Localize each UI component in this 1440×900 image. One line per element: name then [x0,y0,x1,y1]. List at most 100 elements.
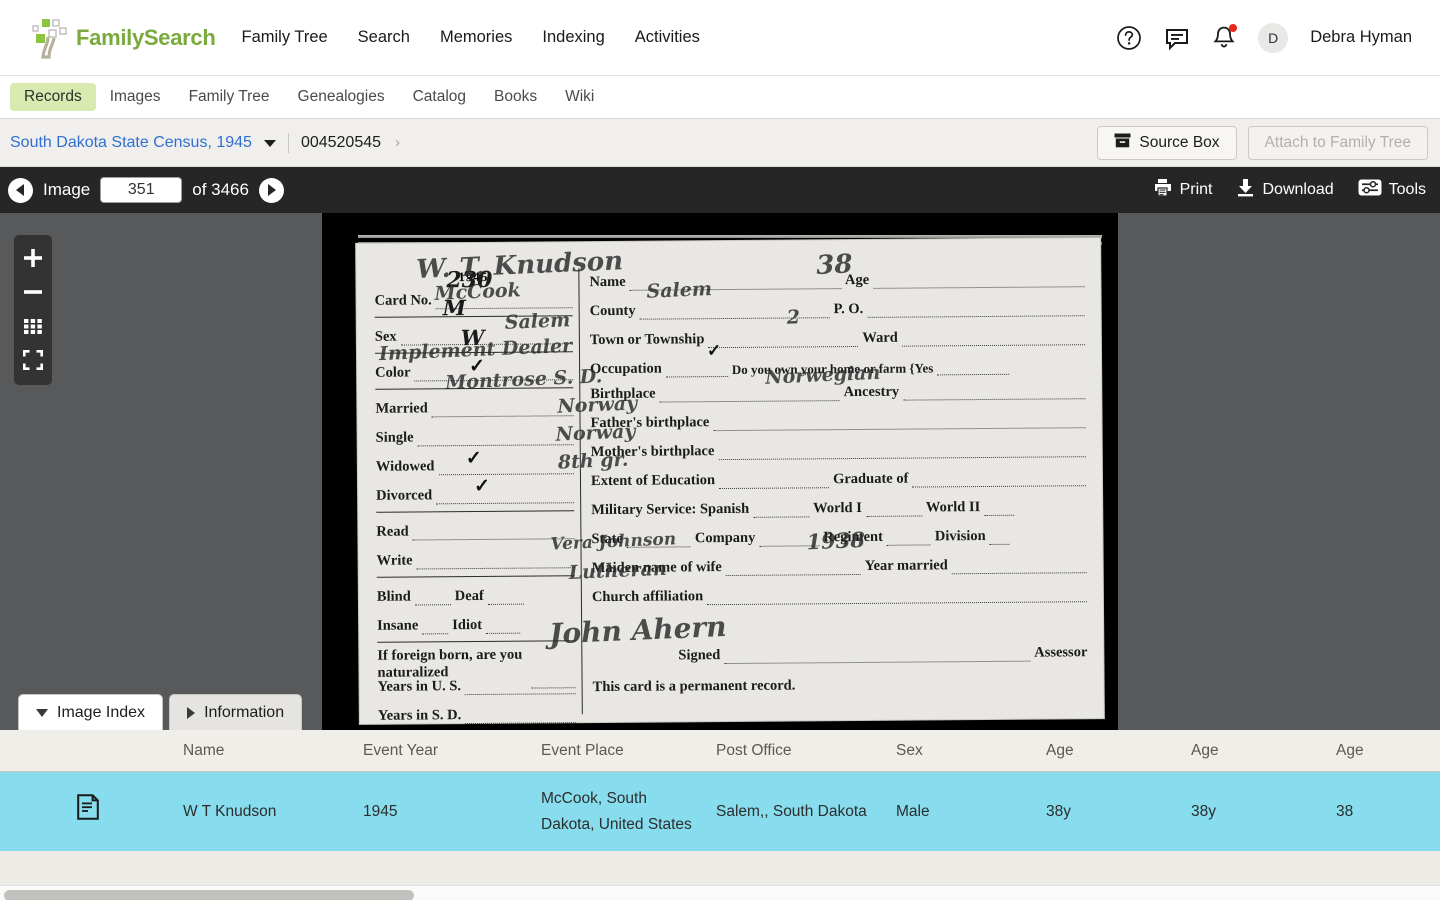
subnav-item-wiki[interactable]: Wiki [551,83,608,111]
secondary-nav-bar: Records Images Family Tree Genealogies C… [0,76,1440,119]
card-field-single: Single [376,422,574,447]
column-header-age-3[interactable]: Age [1328,730,1440,772]
column-header-post-office[interactable]: Post Office [708,730,888,772]
card-value-education: 8th gr. [557,449,628,474]
source-box-label: Source Box [1139,134,1219,152]
card-value-year-married: 1938 [806,527,865,554]
user-name-label[interactable]: Debra Hyman [1310,28,1412,47]
image-viewer-toolbar: Image of 3466 Print [0,167,1440,213]
nav-link-indexing[interactable]: Indexing [542,28,604,47]
card-label: Ward [862,330,898,347]
message-bubble-icon[interactable] [1164,25,1190,51]
column-header-event-year[interactable]: Event Year [355,730,533,772]
nav-link-family-tree[interactable]: Family Tree [241,28,327,47]
card-label: Idiot [452,617,482,634]
card-label: Insane [377,617,418,634]
avatar[interactable]: D [1258,23,1288,53]
attach-label: Attach to Family Tree [1265,134,1411,152]
print-label: Print [1180,181,1213,199]
primary-nav-links: Family Tree Search Memories Indexing Act… [241,28,699,47]
card-value-father-birthplace: Norway [557,392,638,417]
bottom-panel: Image Index Information Name Event Year … [0,730,1440,900]
subnav-item-records[interactable]: Records [10,83,96,111]
document-record-icon[interactable] [77,807,99,824]
cell-event-year: 1945 [355,772,533,852]
card-label: Blind [377,589,411,606]
card-field-insane-idiot: Insane Idiot [377,610,575,635]
breadcrumb-collection-link[interactable]: South Dakota State Census, 1945 [10,134,252,152]
subnav-item-genealogies[interactable]: Genealogies [284,83,399,111]
card-footer-note: This card is a permanent record. [593,669,1088,696]
record-icon-cell[interactable] [0,772,175,852]
column-header-sex[interactable]: Sex [888,730,1038,772]
image-number-input[interactable] [100,177,182,203]
card-label: Ancestry [843,384,899,401]
image-total-label: of 3466 [192,180,249,200]
card-field-education: Extent of Education Graduate of 8th gr. [591,463,1086,490]
minus-icon[interactable] [14,275,52,309]
horizontal-scrollbar-thumb[interactable] [4,890,414,900]
card-label: Write [377,552,413,569]
tools-button[interactable]: Tools [1358,178,1426,202]
attach-to-family-tree-button[interactable]: Attach to Family Tree [1248,126,1428,160]
card-label: Married [375,400,427,417]
tab-information[interactable]: Information [169,694,302,730]
card-label: Division [935,528,986,545]
film-number-label: 004520545 [301,134,381,152]
image-viewer-canvas[interactable]: 1945 Card No. 230 Sex M [0,213,1440,730]
notification-bell-icon[interactable] [1212,25,1236,51]
panel-tabs: Image Index Information [18,694,302,730]
card-field-blind-deaf: Blind Deaf [377,581,575,606]
grid-icon[interactable] [14,309,52,343]
column-header-name[interactable]: Name [175,730,355,772]
tab-image-index[interactable]: Image Index [18,694,163,730]
plus-icon[interactable] [14,241,52,275]
print-button[interactable]: Print [1153,178,1213,202]
card-label: Years in U. S. [378,678,462,696]
breadcrumb-bar: South Dakota State Census, 1945 00452054… [0,119,1440,167]
subnav-item-family-tree[interactable]: Family Tree [175,83,284,111]
tab-image-index-label: Image Index [57,704,145,722]
nav-link-activities[interactable]: Activities [635,28,700,47]
familysearch-tree-icon [28,17,74,59]
printer-icon [1153,178,1173,202]
subnav-item-catalog[interactable]: Catalog [399,83,480,111]
source-box-button[interactable]: Source Box [1097,126,1236,160]
user-controls: D Debra Hyman [1116,23,1424,53]
card-field-birthplace: Birthplace Ancestry Montrose S. D. Norwe… [590,376,1085,403]
horizontal-scrollbar[interactable] [0,885,1440,900]
column-header-icon[interactable] [0,730,175,772]
card-label: P. O. [834,301,864,318]
table-row[interactable]: W T Knudson 1945 McCook, South Dakota, U… [0,772,1440,852]
card-value: ✓ [466,447,482,470]
next-image-button[interactable] [259,178,284,203]
scanned-document-image[interactable]: 1945 Card No. 230 Sex M [322,213,1118,730]
card-label: Graduate of [833,471,908,489]
tools-label: Tools [1389,181,1426,199]
card-field-read: Read ✓ [376,516,574,541]
table-header-row: Name Event Year Event Place Post Office … [0,730,1440,772]
help-circle-icon[interactable] [1116,25,1142,51]
familysearch-logo[interactable]: FamilySearch [28,17,215,59]
previous-image-button[interactable] [8,178,33,203]
download-arrow-icon [1236,178,1255,202]
cell-sex: Male [888,772,1038,852]
chevron-down-icon[interactable] [264,140,276,147]
chevron-right-icon[interactable]: › [395,134,400,151]
fullscreen-expand-icon[interactable] [14,343,52,377]
card-label: Single [376,429,414,446]
subnav-item-books[interactable]: Books [480,83,551,111]
column-header-age-1[interactable]: Age [1038,730,1183,772]
card-value-own-no: ✓ [707,341,721,361]
cell-age-1: 38y [1038,772,1183,852]
tab-information-label: Information [204,704,284,722]
column-header-age-2[interactable]: Age [1183,730,1328,772]
card-label: Read [376,524,408,541]
card-value-mother-birthplace: Norway [555,420,636,445]
nav-link-memories[interactable]: Memories [440,28,512,47]
download-button[interactable]: Download [1236,178,1333,202]
subnav-item-images[interactable]: Images [96,83,175,111]
nav-link-search[interactable]: Search [358,28,410,47]
column-header-event-place[interactable]: Event Place [533,730,708,772]
card-label: Years in S. D. [378,707,462,725]
